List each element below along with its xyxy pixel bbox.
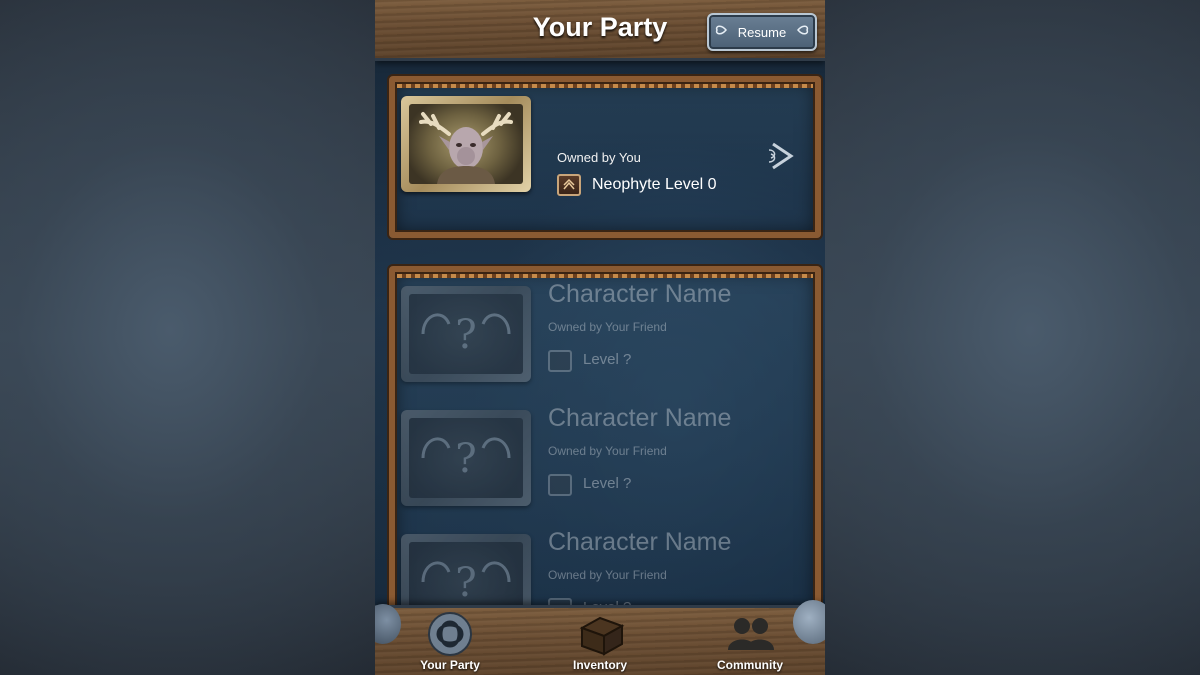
owner-label: Owned by Your Friend: [548, 568, 667, 582]
empty-portrait-frame: ?: [401, 286, 531, 382]
top-bar: Your Party Resume: [375, 0, 825, 61]
level-badge-icon: [548, 350, 572, 372]
stone-decoration: [793, 600, 825, 644]
unknown-portrait: ?: [409, 418, 523, 498]
tab-label: Inventory: [572, 658, 627, 672]
character-level: Level ?: [583, 351, 632, 368]
ornament-right-icon: [797, 25, 809, 35]
character-name: Character Name: [548, 404, 732, 432]
character-name: Character Name: [548, 528, 732, 556]
celtic-knot-icon: [428, 612, 472, 656]
friend-slot[interactable]: ? Character Name Owned by Your Friend Le…: [395, 396, 803, 520]
owner-label: Owned by Your Friend: [548, 444, 667, 458]
friend-slot[interactable]: ? Character Name Owned by Your Friend Le…: [395, 272, 803, 396]
tab-label: Community: [717, 658, 783, 672]
friend-slots-list: ? Character Name Owned by Your Friend Le…: [389, 266, 821, 638]
people-icon: [728, 618, 774, 650]
ornament-left-icon: [715, 25, 727, 35]
owner-label: Owned by Your Friend: [548, 320, 667, 334]
svg-text:?: ?: [455, 560, 476, 606]
resume-label: Resume: [737, 24, 787, 40]
owner-label: Owned by You: [557, 150, 641, 165]
game-screen: Your Party Resume Owned by You Neophyte …: [375, 0, 825, 675]
tab-inventory[interactable]: Inventory: [525, 608, 675, 675]
chevron-right-icon[interactable]: [767, 136, 797, 176]
owned-character-card[interactable]: Owned by You Neophyte Level 0: [389, 76, 821, 238]
svg-text:?: ?: [455, 436, 476, 482]
character-portrait: [409, 104, 523, 184]
antlered-character-icon: [419, 112, 513, 184]
character-portrait-frame: [401, 96, 531, 192]
chest-icon: [579, 616, 625, 656]
bottom-tab-bar: Your Party Inventory Community: [375, 605, 825, 675]
level-badge-icon: [548, 474, 572, 496]
character-name: Character Name: [548, 280, 732, 308]
unknown-portrait: ?: [409, 294, 523, 374]
question-mark-icon: ?: [421, 436, 511, 482]
resume-button[interactable]: Resume: [707, 13, 817, 51]
svg-text:?: ?: [455, 312, 476, 358]
tab-label: Your Party: [420, 658, 480, 672]
character-level: Level ?: [583, 475, 632, 492]
character-level: Neophyte Level 0: [592, 176, 717, 193]
rank-chevron-icon: [557, 174, 581, 196]
question-mark-icon: ?: [421, 312, 511, 358]
empty-portrait-frame: ?: [401, 410, 531, 506]
